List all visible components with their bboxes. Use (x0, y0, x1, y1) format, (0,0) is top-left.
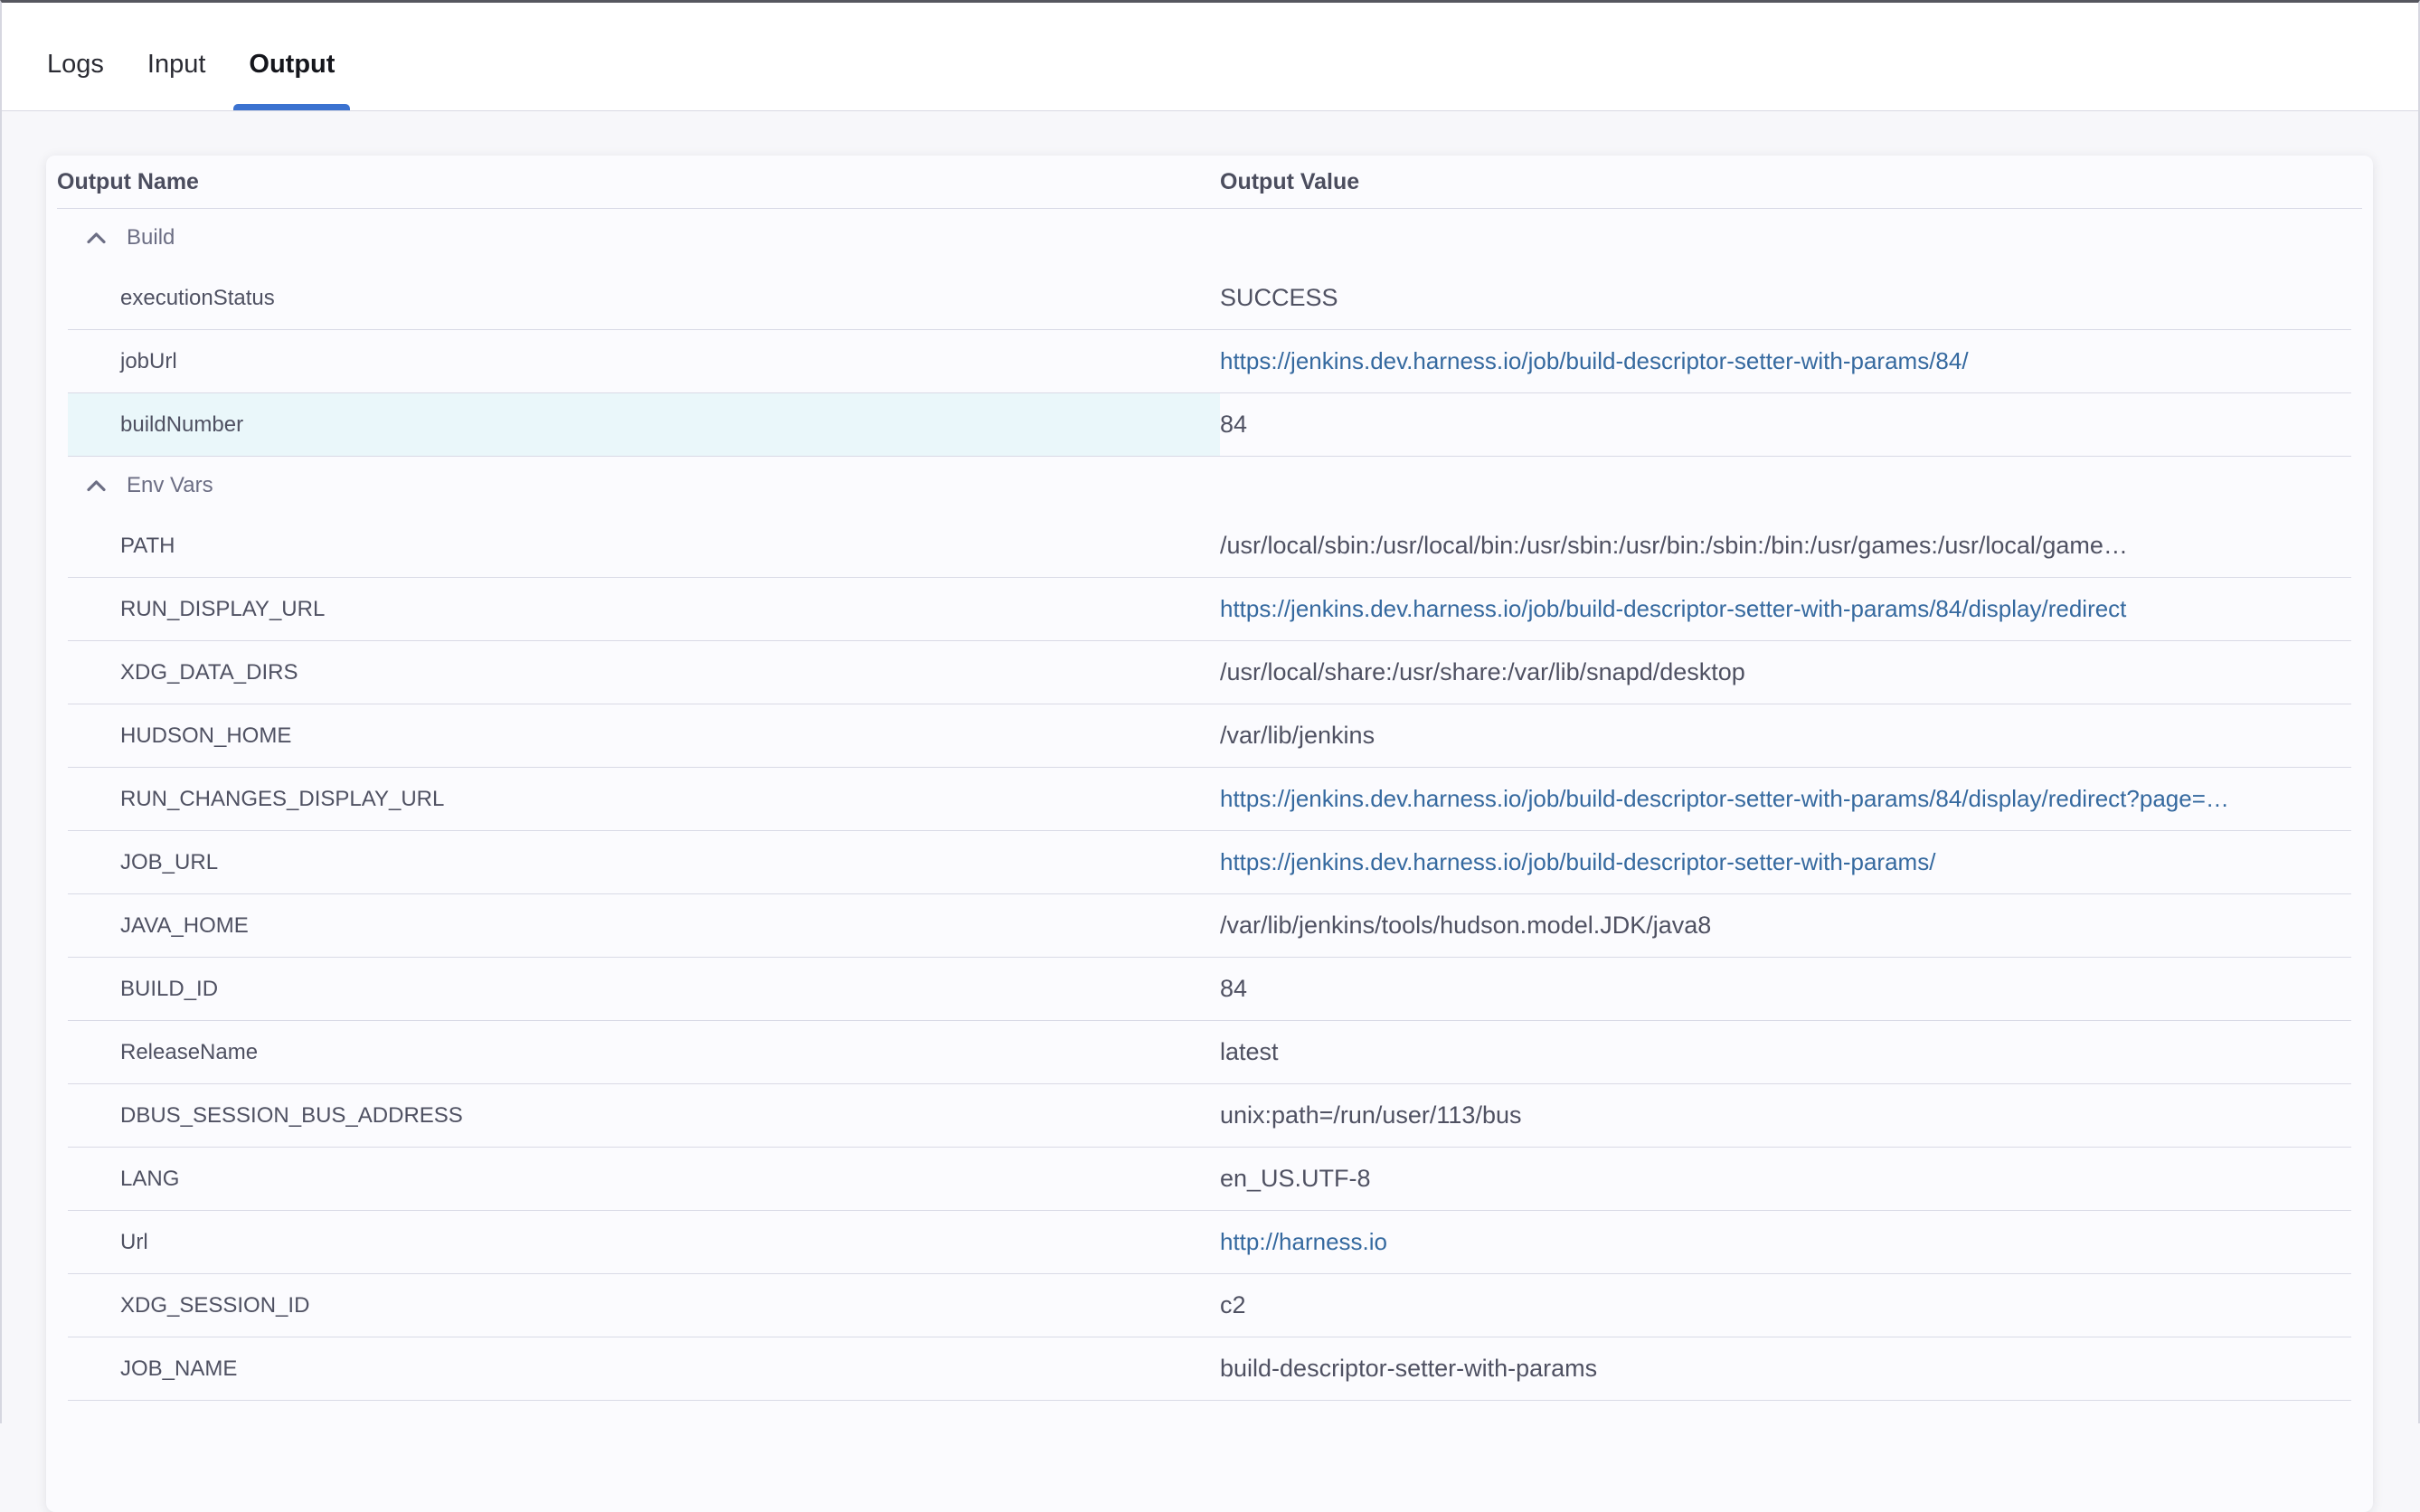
section-header-env-vars[interactable]: Env Vars (68, 457, 2351, 515)
output-value-cell: unix:path=/run/user/113/bus (1220, 1084, 2351, 1147)
table-row: buildNumber 84 (68, 393, 2351, 457)
output-name-cell[interactable]: jobUrl (68, 330, 1220, 392)
table-row: JOB_NAME build-descriptor-setter-with-pa… (68, 1337, 2351, 1401)
table-row: XDG_SESSION_ID c2 (68, 1274, 2351, 1337)
tab-logs[interactable]: Logs (47, 50, 104, 110)
section-header-build[interactable]: Build (68, 209, 2351, 267)
output-value-link[interactable]: https://jenkins.dev.harness.io/job/build… (1220, 578, 2351, 640)
output-value-cell: /var/lib/jenkins/tools/hudson.model.JDK/… (1220, 894, 2351, 957)
output-name-cell[interactable]: JAVA_HOME (68, 894, 1220, 957)
output-name-cell[interactable]: RUN_CHANGES_DISPLAY_URL (68, 768, 1220, 830)
tab-output-label: Output (249, 50, 335, 79)
output-value-link[interactable]: https://jenkins.dev.harness.io/job/build… (1220, 330, 2351, 392)
table-row: Url http://harness.io (68, 1211, 2351, 1274)
output-value-cell: c2 (1220, 1274, 2351, 1337)
output-value-cell: 84 (1220, 393, 2351, 456)
output-name-cell[interactable]: buildNumber (68, 393, 1220, 456)
tab-bar: Logs Input Output (2, 3, 2418, 111)
section-label: Build (127, 225, 175, 250)
table-row: BUILD_ID 84 (68, 958, 2351, 1021)
section-label: Env Vars (127, 473, 213, 498)
output-panel: Output Name Output Value Build execution… (2, 111, 2418, 1512)
output-value-cell: build-descriptor-setter-with-params (1220, 1337, 2351, 1400)
table-row: LANG en_US.UTF-8 (68, 1148, 2351, 1211)
table-header-row: Output Name Output Value (57, 156, 2362, 209)
output-value-cell: latest (1220, 1021, 2351, 1083)
output-name-cell[interactable]: ReleaseName (68, 1021, 1220, 1083)
column-header-output-name: Output Name (57, 169, 1220, 195)
table-row: XDG_DATA_DIRS /usr/local/share:/usr/shar… (68, 641, 2351, 704)
output-value-cell: 84 (1220, 958, 2351, 1020)
output-value-cell: en_US.UTF-8 (1220, 1148, 2351, 1210)
chevron-up-icon[interactable] (86, 232, 107, 244)
table-row: jobUrl https://jenkins.dev.harness.io/jo… (68, 330, 2351, 393)
output-value-cell: SUCCESS (1220, 267, 2351, 329)
chevron-up-icon[interactable] (86, 479, 107, 492)
table-row: HUDSON_HOME /var/lib/jenkins (68, 704, 2351, 768)
output-name-cell[interactable]: BUILD_ID (68, 958, 1220, 1020)
output-name-cell[interactable]: JOB_NAME (68, 1337, 1220, 1400)
output-name-cell[interactable]: JOB_URL (68, 831, 1220, 893)
output-value-cell: /usr/local/share:/usr/share:/var/lib/sna… (1220, 641, 2351, 704)
output-name-cell[interactable]: Url (68, 1211, 1220, 1273)
output-value-link[interactable]: https://jenkins.dev.harness.io/job/build… (1220, 768, 2351, 830)
output-name-cell[interactable]: DBUS_SESSION_BUS_ADDRESS (68, 1084, 1220, 1147)
table-row: PATH /usr/local/sbin:/usr/local/bin:/usr… (68, 515, 2351, 578)
output-name-cell[interactable]: PATH (68, 515, 1220, 577)
table-row: JOB_URL https://jenkins.dev.harness.io/j… (68, 831, 2351, 894)
table-row: RUN_CHANGES_DISPLAY_URL https://jenkins.… (68, 768, 2351, 831)
table-row: executionStatus SUCCESS (68, 267, 2351, 330)
active-tab-underline (233, 104, 350, 110)
table-row: ReleaseName latest (68, 1021, 2351, 1084)
output-name-cell[interactable]: RUN_DISPLAY_URL (68, 578, 1220, 640)
table-row: JAVA_HOME /var/lib/jenkins/tools/hudson.… (68, 894, 2351, 958)
output-name-cell[interactable]: XDG_DATA_DIRS (68, 641, 1220, 704)
output-value-link[interactable]: https://jenkins.dev.harness.io/job/build… (1220, 831, 2351, 893)
table-row: RUN_DISPLAY_URL https://jenkins.dev.harn… (68, 578, 2351, 641)
output-name-cell[interactable]: XDG_SESSION_ID (68, 1274, 1220, 1337)
table-body: Build executionStatus SUCCESS jobUrl htt… (57, 209, 2362, 1401)
tab-input[interactable]: Input (147, 50, 206, 110)
output-name-cell[interactable]: HUDSON_HOME (68, 704, 1220, 767)
table-row: DBUS_SESSION_BUS_ADDRESS unix:path=/run/… (68, 1084, 2351, 1148)
output-value-link[interactable]: http://harness.io (1220, 1211, 2351, 1273)
output-value-cell: /var/lib/jenkins (1220, 704, 2351, 767)
tab-output[interactable]: Output (249, 50, 335, 110)
output-table-card: Output Name Output Value Build execution… (46, 156, 2373, 1512)
output-value-cell: /usr/local/sbin:/usr/local/bin:/usr/sbin… (1220, 515, 2351, 577)
output-name-cell[interactable]: executionStatus (68, 267, 1220, 329)
output-name-cell[interactable]: LANG (68, 1148, 1220, 1210)
column-header-output-value: Output Value (1220, 169, 2362, 195)
